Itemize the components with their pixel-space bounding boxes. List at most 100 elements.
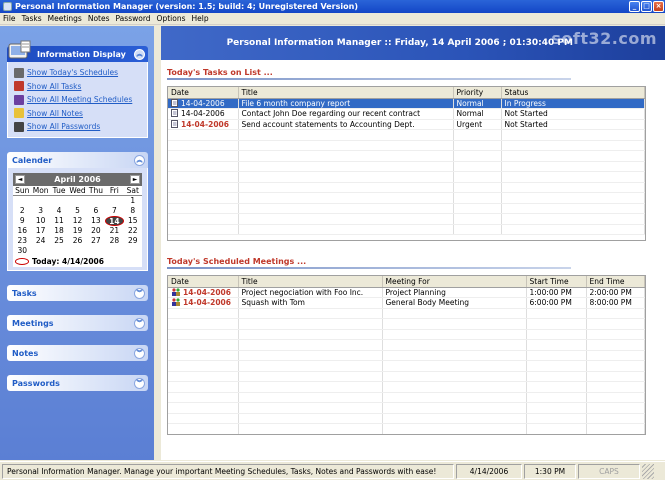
menu-notes[interactable]: Notes xyxy=(85,14,113,23)
status-date: 4/14/2006 xyxy=(456,463,522,479)
empty-cell xyxy=(526,329,587,340)
menu-meetings[interactable]: Meetings xyxy=(45,14,85,23)
calendar-day[interactable]: 23 xyxy=(13,236,31,246)
resize-grip[interactable] xyxy=(642,463,654,479)
calendar-day[interactable]: 18 xyxy=(50,226,68,236)
calendar-day[interactable]: 7 xyxy=(105,206,123,216)
link-show-all-passwords[interactable]: Show All Passwords xyxy=(8,120,147,134)
empty-cell xyxy=(501,192,645,204)
calendar-day[interactable]: 6 xyxy=(87,206,105,216)
col-header-end-time[interactable]: End Time xyxy=(586,276,645,288)
splitter[interactable] xyxy=(154,26,157,460)
table-row[interactable]: 14-04-2006 Send account statements to Acc… xyxy=(168,119,645,130)
close-button[interactable]: × xyxy=(653,1,664,12)
passwords-group-header[interactable]: Passwords ︾ xyxy=(7,375,148,391)
calendar-day[interactable]: 19 xyxy=(68,226,86,236)
calendar-day[interactable]: 8 xyxy=(124,206,142,216)
calendar-day[interactable]: 26 xyxy=(68,236,86,246)
collapse-up-icon[interactable]: ︽ xyxy=(134,154,145,166)
calendar-day[interactable]: 22 xyxy=(124,226,142,236)
calendar-day[interactable]: 20 xyxy=(87,226,105,236)
menu-password[interactable]: Password xyxy=(113,14,154,23)
menu-options[interactable]: Options xyxy=(154,14,189,23)
link-show-all-notes[interactable]: Show All Notes xyxy=(8,107,147,121)
empty-row xyxy=(168,402,645,414)
empty-cell xyxy=(168,339,239,351)
maximize-button[interactable]: □ xyxy=(641,1,652,12)
expand-down-icon[interactable]: ︾ xyxy=(134,317,145,329)
today-label: Today: 4/14/2006 xyxy=(32,257,104,266)
expand-down-icon[interactable]: ︾ xyxy=(134,377,145,389)
table-row[interactable]: 14-04-2006 File 6 month company report Nor… xyxy=(168,98,645,109)
collapse-up-icon[interactable]: ︽ xyxy=(134,48,145,60)
tasks-group-header[interactable]: Tasks ︾ xyxy=(7,285,148,301)
calendar-empty-cell xyxy=(105,246,123,256)
calendar-day[interactable]: 16 xyxy=(13,226,31,236)
expand-down-icon[interactable]: ︾ xyxy=(134,347,145,359)
empty-cell xyxy=(586,423,645,434)
notes-group-header[interactable]: Notes ︾ xyxy=(7,345,148,361)
task-date-text: 14-04-2006 xyxy=(181,98,225,108)
calendar-day[interactable]: 28 xyxy=(105,236,123,246)
meetings-group-header[interactable]: Meetings ︾ xyxy=(7,315,148,331)
link-show-todays-schedules[interactable]: Show Today's Schedules xyxy=(8,66,147,80)
table-row[interactable]: 14-04-2006 Contact John Doe regarding our… xyxy=(168,108,645,120)
calendar-day[interactable]: 3 xyxy=(31,206,49,216)
calendar-today-footer[interactable]: Today: 4/14/2006 xyxy=(13,256,142,267)
col-header-status[interactable]: Status xyxy=(501,87,645,99)
empty-cell xyxy=(501,224,645,235)
col-header-priority[interactable]: Priority xyxy=(453,87,502,99)
col-header-title[interactable]: Title xyxy=(238,276,383,288)
calendar-day[interactable]: 17 xyxy=(31,226,49,236)
calendar-day[interactable]: 11 xyxy=(50,216,68,226)
information-display-header[interactable]: Information Display ︽ xyxy=(7,40,148,62)
calendar-day[interactable]: 27 xyxy=(87,236,105,246)
calendar-day[interactable]: 10 xyxy=(31,216,49,226)
empty-row xyxy=(168,182,645,193)
empty-row xyxy=(168,161,645,172)
menu-file[interactable]: File xyxy=(0,14,19,23)
window-title-bar[interactable]: Personal Information Manager (version: 1… xyxy=(0,0,665,13)
calendar-day[interactable]: 24 xyxy=(31,236,49,246)
calendar-day[interactable]: 4 xyxy=(50,206,68,216)
calendar-day[interactable]: 25 xyxy=(50,236,68,246)
notes-group: Notes ︾ xyxy=(7,345,148,361)
col-header-start-time[interactable]: Start Time xyxy=(526,276,587,288)
empty-cell xyxy=(501,129,645,141)
calendar-header[interactable]: Calender ︽ xyxy=(7,152,148,168)
calendar-day[interactable]: 21 xyxy=(105,226,123,236)
calendar-day[interactable]: 30 xyxy=(13,246,31,256)
tasks-grid[interactable]: Date Title Priority Status 14-04-2006 Fil… xyxy=(167,86,646,241)
minimize-button[interactable]: _ xyxy=(629,1,640,12)
menu-tasks[interactable]: Tasks xyxy=(19,14,45,23)
col-header-date[interactable]: Date xyxy=(168,276,239,288)
meetings-grid[interactable]: Date Title Meeting For Start Time End Ti… xyxy=(167,275,646,435)
col-header-meeting-for[interactable]: Meeting For xyxy=(382,276,527,288)
next-month-button[interactable]: ► xyxy=(130,175,140,184)
col-header-title[interactable]: Title xyxy=(238,87,454,99)
calendar-day[interactable]: 13 xyxy=(87,216,105,226)
link-show-all-tasks[interactable]: Show All Tasks xyxy=(8,80,147,94)
link-show-all-meeting-schedules[interactable]: Show All Meeting Schedules xyxy=(8,93,147,107)
table-row[interactable]: 14-04-2006 Project negociation with Foo I… xyxy=(168,287,645,298)
menu-help[interactable]: Help xyxy=(189,14,212,23)
calendar-day[interactable]: 15 xyxy=(124,216,142,226)
empty-cell xyxy=(501,140,645,151)
calendar-day[interactable]: 29 xyxy=(124,236,142,246)
expand-down-icon[interactable]: ︾ xyxy=(134,287,145,299)
calendar-day[interactable]: 12 xyxy=(68,216,86,226)
calendar-day[interactable]: 9 xyxy=(13,216,31,226)
empty-row xyxy=(168,171,645,183)
calendar-day[interactable]: 5 xyxy=(68,206,86,216)
calendar-day[interactable]: 2 xyxy=(13,206,31,216)
calendar-day[interactable]: 1 xyxy=(124,196,142,206)
empty-cell xyxy=(168,360,239,372)
calendar-day-today[interactable]: 14 xyxy=(105,216,124,226)
calendar-empty-cell xyxy=(68,246,86,256)
prev-month-button[interactable]: ◄ xyxy=(15,175,25,184)
calendar-month-label: April 2006 xyxy=(54,175,101,184)
calendar-empty-cell xyxy=(87,246,105,256)
empty-cell xyxy=(238,182,454,193)
col-header-date[interactable]: Date xyxy=(168,87,239,99)
table-row[interactable]: 14-04-2006 Squash with Tom General Body Me… xyxy=(168,297,645,309)
